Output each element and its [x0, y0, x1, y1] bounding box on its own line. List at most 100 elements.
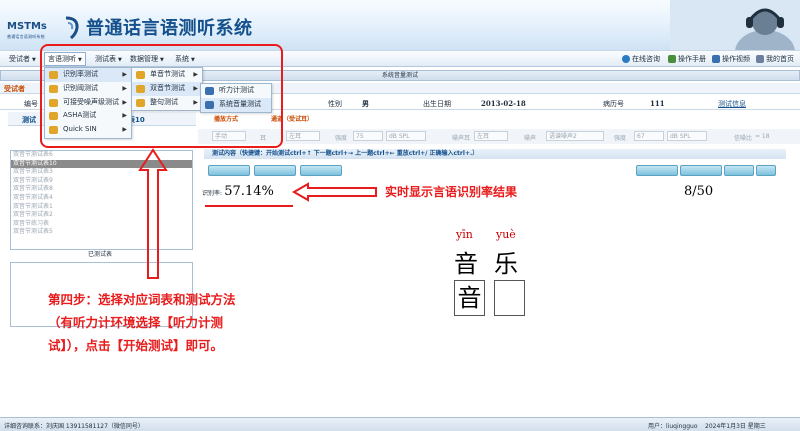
replay-button[interactable]	[724, 165, 754, 176]
home-icon	[756, 55, 764, 63]
annotation-underline	[205, 205, 293, 207]
chevron-right-icon: ▶	[122, 71, 127, 78]
menu-item-monosyllable[interactable]: 单音节测试 ▶	[132, 68, 202, 82]
hanzi-2: 乐	[494, 250, 518, 278]
dob-value: 2013-02-18	[481, 99, 526, 108]
menu-speech-audiometry[interactable]: 言语测听 ▼	[44, 52, 86, 66]
chevron-right-icon: ▶	[122, 98, 127, 106]
online-consult-link[interactable]: 在线咨询	[622, 53, 660, 65]
stop-button[interactable]	[300, 165, 342, 176]
correct-button[interactable]	[756, 165, 776, 176]
noise-unit-select[interactable]: dB SPL	[667, 131, 707, 141]
app-title: 普通话言语测听系统	[86, 18, 253, 39]
subject-info-label: 受试者	[4, 85, 25, 93]
pinyin-1: yīn	[456, 228, 473, 241]
home-link[interactable]: 我的首页	[756, 53, 794, 65]
start-test-button[interactable]	[208, 165, 250, 176]
speech-icon	[136, 71, 145, 79]
prev-item-button[interactable]	[636, 165, 678, 176]
id-label: 编号	[24, 100, 38, 108]
menu-item-acceptable-noise[interactable]: 可接受噪声级测试 ▶	[45, 96, 131, 110]
menu-item-system-volume-test[interactable]: 系统音量测试	[201, 97, 271, 112]
menu-label: 系统	[175, 55, 189, 63]
logo-ear-icon	[65, 16, 79, 40]
menu-test-lists[interactable]: 测试表 ▼	[92, 53, 125, 65]
link-label: 我的首页	[766, 55, 794, 63]
menu-label: 受试者	[9, 55, 30, 63]
video-link[interactable]: 操作视频	[712, 53, 750, 65]
test-info-link[interactable]: 测试信息	[718, 99, 746, 109]
hanzi-1: 音	[454, 250, 478, 278]
noise-level-select[interactable]: 67	[634, 131, 664, 141]
noise-type-select[interactable]: 语谱噪声2	[546, 131, 604, 141]
noise-ear-select[interactable]: 左耳	[474, 131, 508, 141]
play-mode-select[interactable]: 手动	[212, 131, 246, 141]
menu-item-asha[interactable]: ASHA测试 ▶	[45, 109, 131, 123]
manual-link[interactable]: 操作手册	[668, 53, 706, 65]
menu-item-recognition-rate[interactable]: 识别率测试 ▶	[45, 68, 131, 82]
right-panel: 播放方式 通道（受试耳） 手动 耳 左耳 强度 75 dB SPL 噪声耳 左耳…	[198, 112, 800, 412]
menu-item-label: 识别阈测试	[63, 83, 98, 92]
sex-label: 性别	[328, 100, 342, 108]
chevron-right-icon: ▶	[193, 84, 198, 92]
annotation-step4: 第四步：选择对应词表和测试方法（有听力计环境选择【听力计测试】），点击【开始测试…	[48, 292, 236, 353]
mode-header: 播放方式 通道（受试耳）	[198, 112, 800, 123]
sex-value: 男	[362, 99, 369, 108]
menu-item-recognition-threshold[interactable]: 识别阈测试 ▶	[45, 82, 131, 96]
menu-subjects[interactable]: 受试者 ▼	[6, 53, 39, 65]
menu-bar: 受试者 ▼ 言语测听 ▼ 测试表 ▼ 数据管理 ▼ 系统 ▼ 在线咨询 操作手册 操作视频…	[0, 50, 800, 67]
response-input-2[interactable]	[494, 280, 525, 316]
chevron-right-icon: ▶	[122, 112, 127, 120]
menu-item-label: 整句测试	[150, 97, 178, 106]
noise-level-label: 强度	[614, 135, 627, 142]
speech-icon	[49, 71, 58, 79]
chevron-down-icon: ▼	[118, 57, 122, 63]
document-icon	[205, 87, 214, 95]
menu-label: 言语测听	[48, 55, 76, 63]
menu-item-label: 可接受噪声级测试	[63, 97, 119, 106]
speech-icon	[136, 98, 145, 107]
next-item-button[interactable]	[680, 165, 722, 176]
item-progress: 8/50	[684, 184, 714, 199]
recognition-rate-label: 识别率:	[202, 190, 223, 197]
test-ear-select[interactable]: 左耳	[286, 131, 320, 141]
level-unit-select[interactable]: dB SPL	[386, 131, 426, 141]
menu-item-sentence[interactable]: 整句测试 ▶	[132, 96, 202, 110]
snr-value: = 18	[755, 133, 770, 140]
app-header: MSTMs 普通话言语测听系统 普通话言语测听系统	[0, 0, 800, 50]
menu-item-audiometer-test[interactable]: 听力计测试	[201, 84, 271, 98]
current-user: 用户：liuqingguo	[648, 423, 698, 430]
section-title: 系统音量测试	[381, 72, 418, 79]
menu-system[interactable]: 系统 ▼	[172, 53, 198, 65]
chevron-right-icon: ▶	[122, 84, 127, 92]
noise-ear-label: 噪声耳	[452, 135, 471, 142]
menu-item-quick-sin[interactable]: Quick SIN ▶	[45, 123, 131, 137]
menu-item-label: Quick SIN	[63, 125, 97, 134]
snr-label: 信噪比	[734, 135, 753, 142]
syllable-test-dropdown: 单音节测试 ▶ 双音节测试 ▶ 整句测试 ▶	[131, 67, 203, 111]
menu-item-label: 听力计测试	[219, 86, 254, 94]
contact-info: 详细咨询联系：刘庆国 13911581127（微信同号）	[4, 423, 144, 430]
menu-item-disyllable[interactable]: 双音节测试 ▶	[132, 81, 202, 96]
document-icon	[205, 100, 214, 109]
play-mode-label: 播放方式	[214, 116, 239, 123]
test-list-tab-label: 测试	[22, 116, 36, 124]
noise-type-label: 噪声	[524, 135, 537, 142]
menu-data-management[interactable]: 数据管理 ▼	[127, 53, 167, 65]
case-no-label: 病历号	[603, 100, 624, 108]
book-icon	[668, 55, 676, 63]
annotation-up-arrow	[138, 148, 168, 279]
recognition-rate-value: 57.14%	[224, 184, 274, 199]
chevron-right-icon: ▶	[193, 98, 198, 106]
status-bar: 详细咨询联系：刘庆国 13911581127（微信同号） 用户：liuqingg…	[0, 417, 800, 431]
pinyin-2: yuè	[496, 228, 516, 241]
app-logo: MSTMs 普通话言语测听系统	[6, 8, 84, 42]
response-input-1[interactable]: 音	[454, 280, 485, 316]
level-label: 强度	[335, 135, 348, 142]
pause-button[interactable]	[254, 165, 296, 176]
annotation-left-arrow	[292, 182, 377, 202]
dob-label: 出生日期	[423, 100, 451, 108]
level-select[interactable]: 75	[353, 131, 383, 141]
chevron-right-icon: ▶	[193, 71, 198, 78]
annotation-rate-note: 实时显示言语识别率结果	[385, 185, 518, 199]
